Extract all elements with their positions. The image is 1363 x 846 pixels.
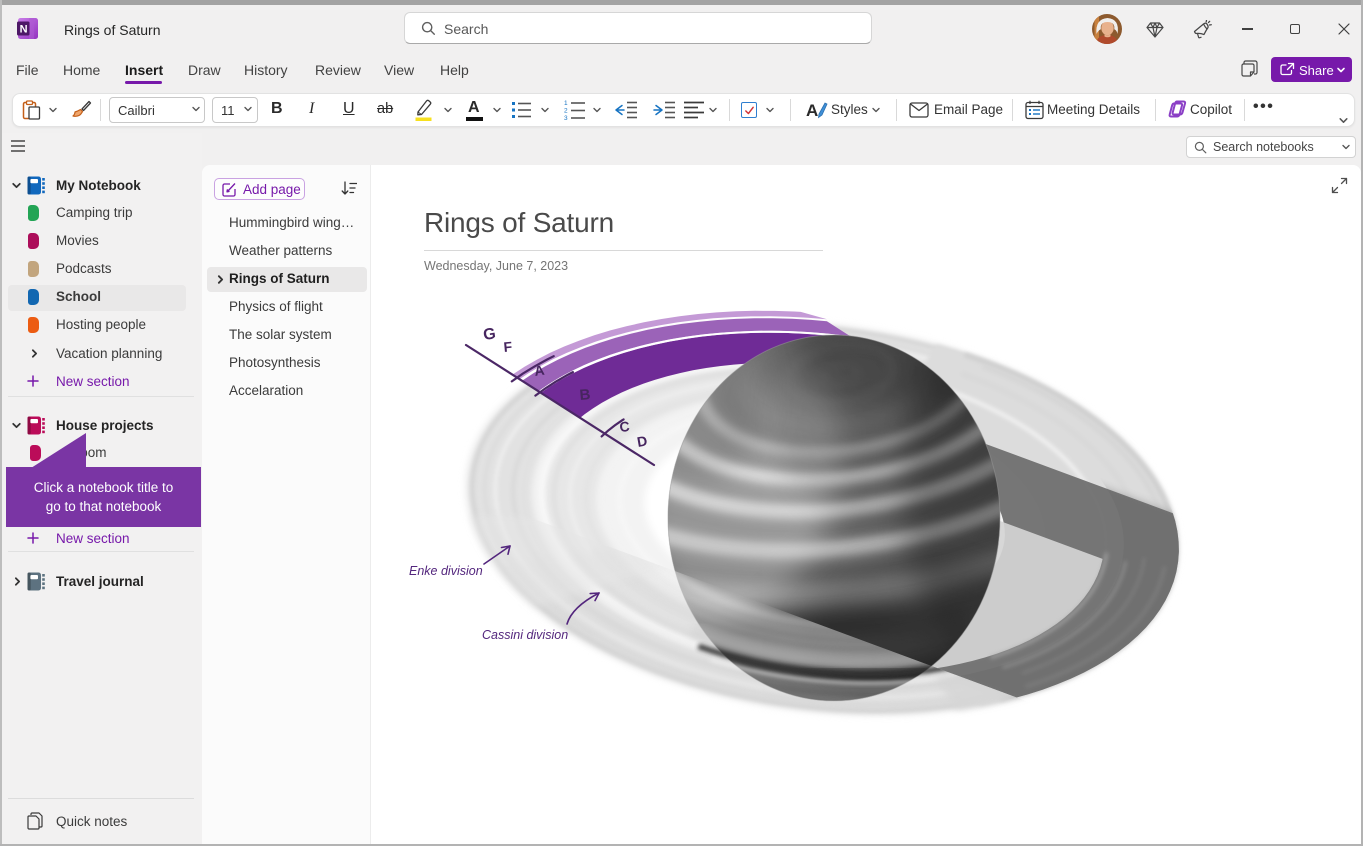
- svg-text:Enke division: Enke division: [409, 564, 483, 578]
- svg-text:C: C: [619, 418, 631, 435]
- svg-text:B: B: [579, 386, 591, 404]
- svg-text:Cassini division: Cassini division: [482, 628, 568, 642]
- svg-text:G: G: [482, 325, 497, 344]
- svg-text:F: F: [503, 338, 513, 355]
